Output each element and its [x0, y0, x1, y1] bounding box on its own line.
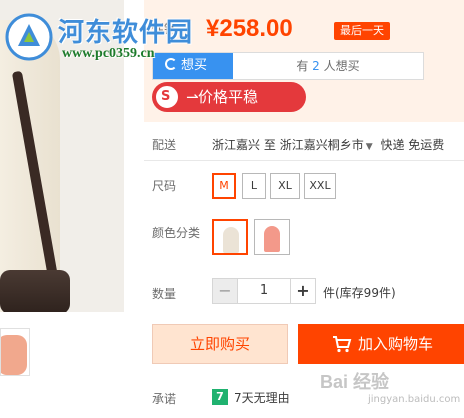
price-stable-badge[interactable]: S ⇀ 价格平稳: [152, 82, 306, 112]
color-swatch-figure: [264, 226, 280, 252]
gallery-thumbnail[interactable]: [0, 328, 30, 376]
stock-text: 件(库存99件): [323, 286, 396, 300]
size-option-l[interactable]: L: [242, 173, 266, 199]
ship-to-select[interactable]: 浙江嘉兴桐乡市: [280, 138, 364, 152]
thumbnail-figure: [1, 335, 27, 375]
watermark-site-url: www.pc0359.cn: [62, 46, 155, 61]
size-option-xxl[interactable]: XXL: [304, 173, 336, 199]
want-to-buy-bar: 想买 有 2 人想买: [152, 52, 424, 80]
watermark-site-name: 河东软件园: [58, 18, 194, 48]
add-to-cart-label: 加入购物车: [358, 335, 434, 353]
cart-icon: [333, 336, 352, 353]
seven-day-icon: 7: [212, 389, 228, 405]
quantity-increase-button[interactable]: +: [290, 278, 316, 304]
price-value: ¥258.00: [206, 15, 293, 42]
color-option-beige[interactable]: [212, 219, 248, 255]
size-option-xl[interactable]: XL: [270, 173, 300, 199]
price-stable-label: 价格平稳: [198, 88, 259, 106]
shipping-label: 配送: [152, 138, 177, 152]
want-to-buy-button[interactable]: 想买: [153, 53, 233, 79]
shipping-info: 浙江嘉兴 至 浙江嘉兴桐乡市 ▼ 快递 免运费: [212, 136, 444, 153]
promise-text[interactable]: 7天无理由: [234, 389, 290, 406]
promo-logo-letter: S: [161, 89, 171, 104]
handbag-shape: [0, 270, 70, 312]
want-count-number: 2: [312, 59, 320, 73]
want-count-prefix: 有: [296, 59, 309, 73]
want-count-text: 有 2 人想买: [233, 53, 423, 79]
ship-from: 浙江嘉兴: [212, 138, 261, 152]
color-option-pink[interactable]: [254, 219, 290, 255]
add-to-cart-button[interactable]: 加入购物车: [298, 324, 464, 364]
color-label: 颜色分类: [152, 226, 201, 240]
quantity-label: 数量: [152, 287, 177, 301]
divider: [144, 160, 464, 161]
size-option-m[interactable]: M: [212, 173, 236, 199]
shipping-method: 快递 免运费: [380, 138, 445, 152]
site-logo-icon: [5, 13, 53, 61]
trend-arrow-icon: ⇀: [186, 88, 199, 106]
want-count-suffix: 人想买: [323, 59, 360, 73]
last-day-badge: 最后一天: [334, 22, 390, 40]
promise-label: 承诺: [152, 392, 177, 406]
size-label: 尺码: [152, 179, 177, 193]
watermark-baidu: Bai 经验: [320, 372, 390, 392]
buy-now-button[interactable]: 立即购买: [152, 324, 288, 364]
product-gallery: [0, 0, 124, 418]
ship-to-word: 至: [263, 138, 276, 152]
watermark-baidu-url: jingyan.baidu.com: [368, 394, 461, 405]
want-to-buy-label: 想买: [181, 58, 208, 73]
refresh-icon: [165, 58, 177, 70]
color-swatch-figure: [223, 227, 239, 253]
chevron-down-icon[interactable]: ▼: [366, 142, 373, 152]
promo-logo-icon: S: [154, 84, 180, 110]
quantity-input[interactable]: 1: [238, 278, 290, 304]
quantity-decrease-button[interactable]: −: [212, 278, 238, 304]
